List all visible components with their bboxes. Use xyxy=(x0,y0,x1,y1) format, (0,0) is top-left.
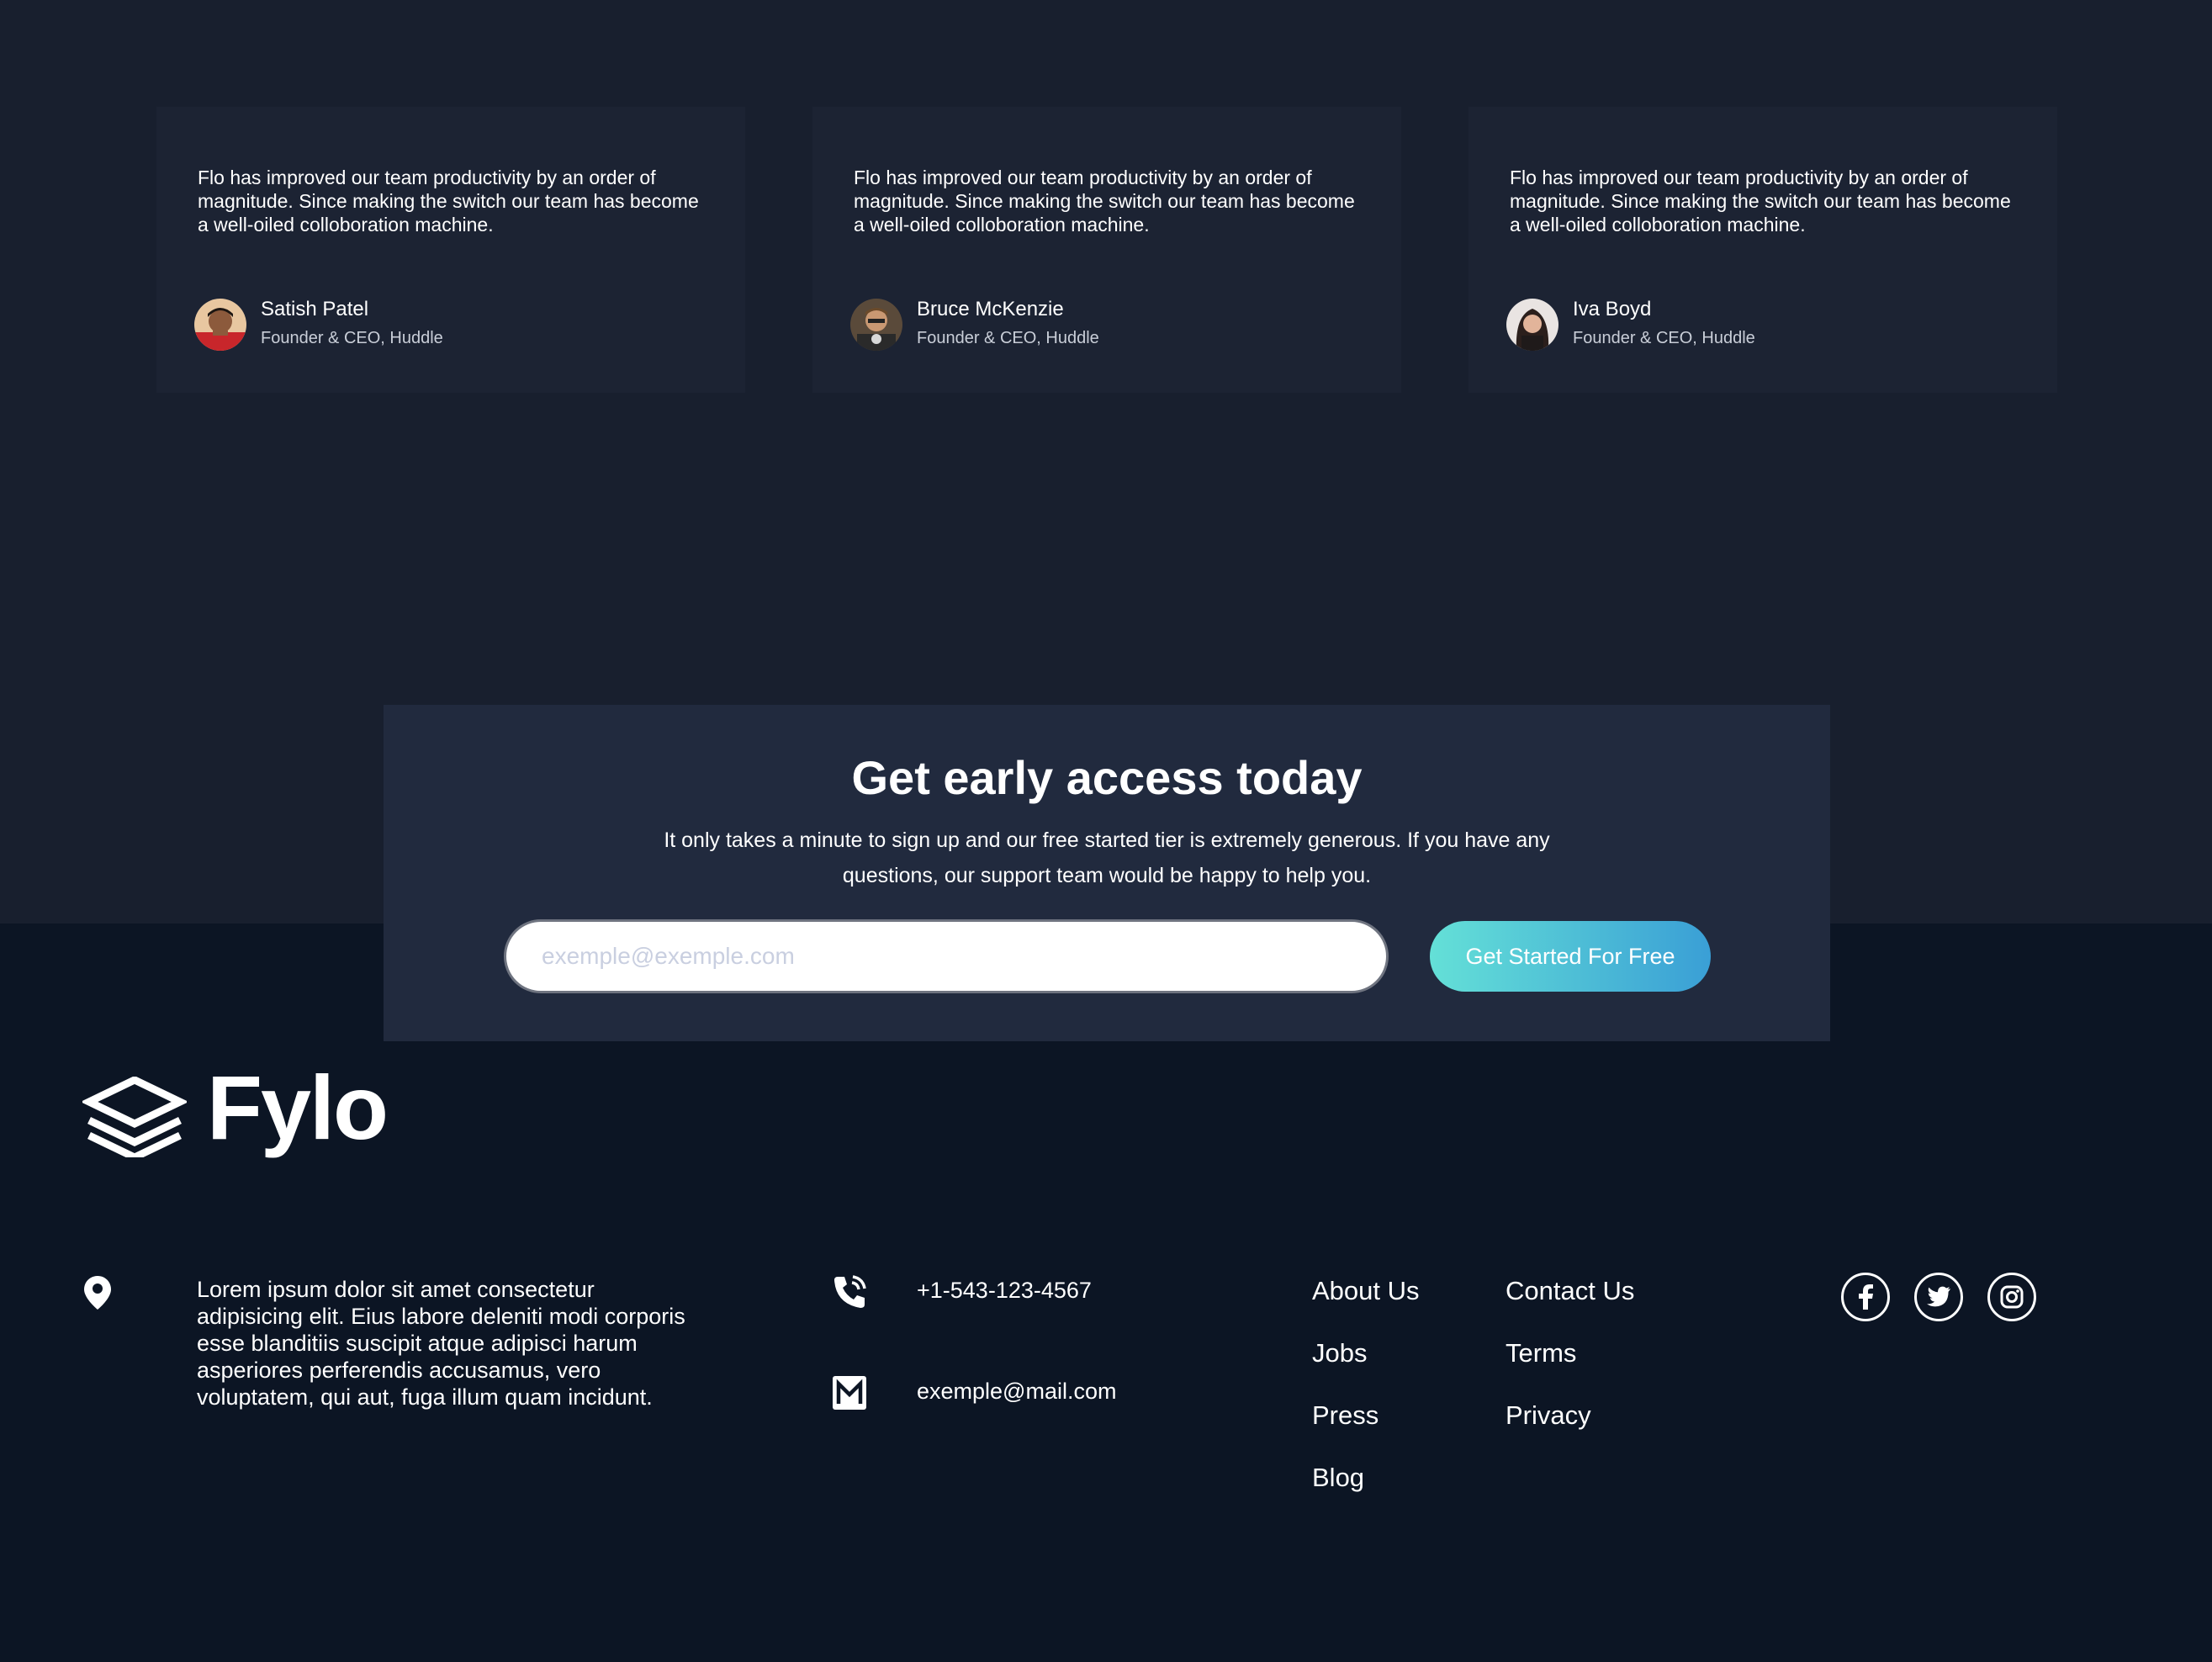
email-icon xyxy=(833,1376,866,1410)
testimonial-quote: Flo has improved our team productivity b… xyxy=(854,167,1355,236)
address-text: Lorem ipsum dolor sit amet consectetur a… xyxy=(197,1277,685,1410)
testimonial-role: Founder & CEO, Huddle xyxy=(261,329,443,347)
testimonial-name: Satish Patel xyxy=(261,298,369,320)
avatar xyxy=(194,299,246,351)
facebook-icon xyxy=(1859,1284,1873,1310)
early-access-panel: Get early access today It only takes a m… xyxy=(384,705,1830,1041)
testimonial-card: Flo has improved our team productivity b… xyxy=(812,107,1401,393)
logo-wordmark: Fylo xyxy=(207,1056,389,1158)
footer-link-terms[interactable]: Terms xyxy=(1506,1337,1576,1369)
get-started-button[interactable]: Get Started For Free xyxy=(1430,921,1711,992)
testimonial-card: Flo has improved our team productivity b… xyxy=(1468,107,2057,393)
cta-title: Get early access today xyxy=(851,751,1363,804)
instagram-icon xyxy=(2000,1285,2024,1309)
cta-description: It only takes a minute to sign up and ou… xyxy=(664,828,1550,887)
testimonial-role: Founder & CEO, Huddle xyxy=(1573,329,1755,347)
testimonial-quote: Flo has improved our team productivity b… xyxy=(198,167,699,236)
email-address[interactable]: exemple@mail.com xyxy=(917,1378,1116,1405)
twitter-icon xyxy=(1927,1286,1950,1307)
testimonial-role: Founder & CEO, Huddle xyxy=(917,329,1099,347)
phone-icon xyxy=(834,1275,866,1308)
testimonial-name: Bruce McKenzie xyxy=(917,298,1064,320)
testimonial-quote: Flo has improved our team productivity b… xyxy=(1510,167,2011,236)
footer-link-press[interactable]: Press xyxy=(1312,1400,1379,1432)
footer-link-blog[interactable]: Blog xyxy=(1312,1462,1364,1494)
location-pin-icon xyxy=(84,1276,111,1310)
fylo-logo[interactable]: Fylo xyxy=(82,1061,402,1159)
twitter-button[interactable] xyxy=(1914,1273,1963,1321)
footer-link-contact-us[interactable]: Contact Us xyxy=(1506,1275,1634,1307)
testimonial-card: Flo has improved our team productivity b… xyxy=(156,107,745,393)
email-input[interactable] xyxy=(504,919,1389,993)
footer-link-jobs[interactable]: Jobs xyxy=(1312,1337,1367,1369)
phone-number[interactable]: +1-543-123-4567 xyxy=(917,1277,1092,1304)
facebook-button[interactable] xyxy=(1841,1273,1890,1321)
footer-link-privacy[interactable]: Privacy xyxy=(1506,1400,1591,1432)
instagram-button[interactable] xyxy=(1987,1273,2036,1321)
layers-logo-icon xyxy=(82,1077,187,1157)
testimonial-name: Iva Boyd xyxy=(1573,298,1652,320)
footer-link-about-us[interactable]: About Us xyxy=(1312,1275,1420,1307)
avatar xyxy=(850,299,902,351)
avatar xyxy=(1506,299,1558,351)
